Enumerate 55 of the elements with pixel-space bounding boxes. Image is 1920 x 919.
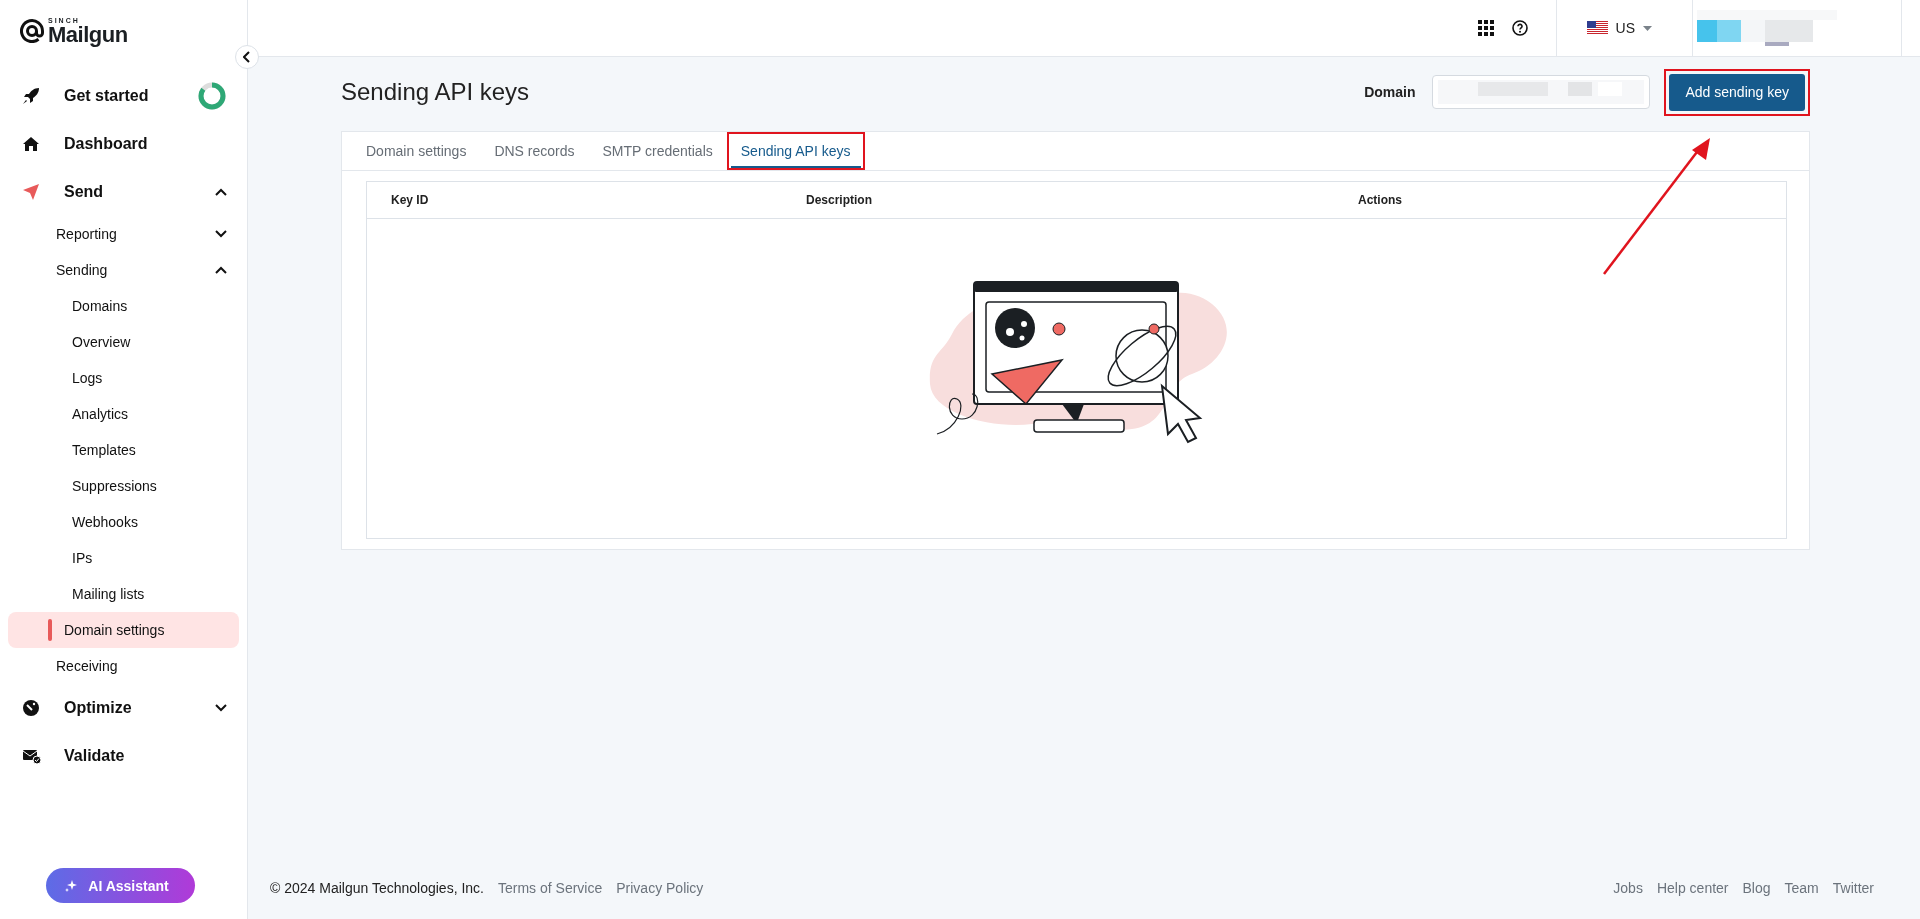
tab[interactable]: DNS records — [484, 136, 585, 168]
envelope-check-icon — [22, 748, 42, 764]
footer-link[interactable]: Twitter — [1832, 880, 1874, 896]
us-flag-icon — [1586, 21, 1608, 35]
add-sending-key-button[interactable]: Add sending key — [1669, 73, 1805, 111]
at-sign-logo-icon — [20, 19, 44, 43]
nav-item[interactable]: Mailing lists — [8, 576, 239, 612]
footer-link[interactable]: Help center — [1656, 880, 1729, 896]
nav-item[interactable]: Optimize — [8, 684, 239, 732]
nav-item[interactable]: Sending — [8, 252, 239, 288]
nav-item[interactable]: Get started — [8, 72, 239, 120]
footer-link[interactable]: Jobs — [1613, 880, 1643, 896]
column-header: Description — [806, 193, 873, 207]
nav-item[interactable]: Dashboard — [8, 120, 239, 168]
collapse-button[interactable] — [235, 45, 259, 69]
footer-link[interactable]: Team — [1784, 880, 1819, 896]
copyright-text: © 2024 Mailgun Technologies, Inc. — [270, 880, 484, 896]
nav-item[interactable]: Validate — [8, 732, 239, 780]
nav-item[interactable]: Domain settings — [8, 612, 239, 648]
nav-item[interactable]: Logs — [8, 360, 239, 396]
footer-link[interactable]: Privacy Policy — [616, 880, 704, 896]
rocket-icon — [22, 87, 40, 105]
apps-grid-icon[interactable] — [1477, 20, 1494, 36]
nav-item[interactable]: Reporting — [8, 216, 239, 252]
footer-link[interactable]: Blog — [1742, 880, 1771, 896]
nav-item[interactable]: Webhooks — [8, 504, 239, 540]
chevron-down-icon — [215, 230, 227, 238]
chevron-down-icon — [215, 704, 227, 712]
chevron-up-icon — [215, 188, 227, 196]
region-selector[interactable]: US — [1556, 0, 1693, 56]
nav-item[interactable]: IPs — [8, 540, 239, 576]
gauge-icon — [22, 699, 40, 717]
domain-label: Domain — [1364, 84, 1416, 100]
nav-item[interactable]: Domains — [8, 288, 239, 324]
column-header: Actions — [1358, 193, 1403, 207]
tab[interactable]: Domain settings — [356, 136, 477, 168]
ai-assistant-button[interactable]: AI Assistant — [46, 868, 195, 903]
chevron-up-icon — [215, 266, 227, 274]
caret-down-icon — [1643, 25, 1652, 31]
chevron-left-icon — [243, 51, 251, 63]
nav-item[interactable]: Send — [8, 168, 239, 216]
home-icon — [22, 136, 40, 152]
logo-wordmark: Mailgun — [48, 23, 128, 46]
nav-item[interactable]: Analytics — [8, 396, 239, 432]
paper-plane-icon — [22, 183, 40, 201]
footer-link[interactable]: Terms of Service — [498, 880, 603, 896]
help-icon[interactable] — [1511, 20, 1528, 36]
nav-item[interactable]: Templates — [8, 432, 239, 468]
nav-item[interactable]: Overview — [8, 324, 239, 360]
nav-item[interactable]: Receiving — [8, 648, 239, 684]
column-header: Key ID — [391, 193, 430, 207]
selection-bar — [48, 619, 52, 641]
tab[interactable]: SMTP credentials — [592, 136, 723, 168]
nav-item[interactable]: Suppressions — [8, 468, 239, 504]
page-title: Sending API keys — [341, 78, 531, 106]
